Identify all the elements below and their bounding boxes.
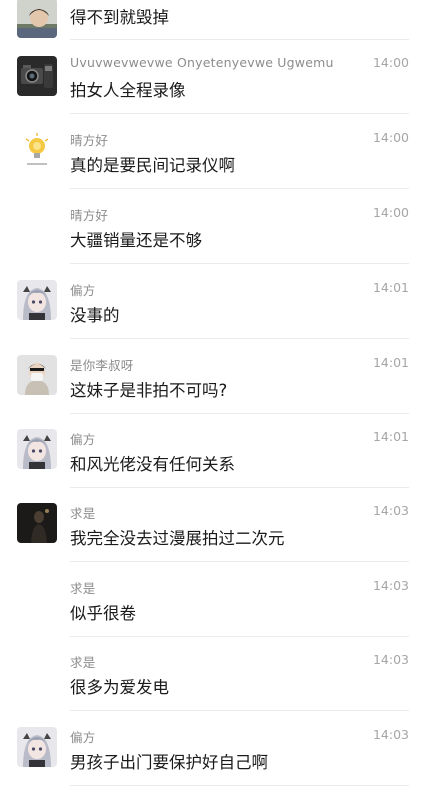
message-time: 14:03 (372, 503, 409, 518)
message-text: 没事的 (70, 306, 120, 325)
list-item[interactable]: 求是 14:03 我完全没去过漫展拍过二次元 (0, 492, 427, 566)
divider (70, 263, 409, 264)
avatar-anime-girl[interactable] (17, 727, 57, 767)
sender-name: 求是 (70, 506, 96, 521)
divider (70, 561, 409, 562)
avatar-masked-person[interactable] (17, 355, 57, 395)
message-text: 和风光佬没有任何关系 (70, 455, 235, 474)
sender-name: 晴方好 (70, 208, 109, 223)
avatar-person-photo[interactable] (17, 0, 57, 38)
list-item[interactable]: 偏方 14:01 和风光佬没有任何关系 (0, 418, 427, 492)
list-item[interactable]: 是你李叔呀 14:01 这妹子是非拍不可吗? (0, 344, 427, 418)
message-text: 真的是要民间记录仪啊 (70, 156, 235, 175)
list-item[interactable]: 求是 14:03 很多为爱发电 (0, 641, 427, 715)
message-text: 男孩子出门要保护好自己啊 (70, 753, 268, 772)
list-item[interactable]: 晴方好 14:00 真的是要民间记录仪啊 (0, 119, 427, 193)
list-item[interactable]: 偏方 14:01 没事的 (0, 269, 427, 343)
message-text: 很多为爱发电 (70, 678, 169, 697)
message-text: 拍女人全程录像 (70, 81, 186, 100)
chat-list: 得不到就毁掉 Uvuvwevwevwe Onyetenyevwe Ugwemu … (0, 0, 427, 800)
divider (70, 413, 409, 414)
sender-name: 偏方 (70, 730, 96, 745)
divider (70, 338, 409, 339)
message-time: 14:01 (372, 355, 409, 370)
message-time: 14:03 (372, 578, 409, 593)
message-time: 14:03 (372, 727, 409, 742)
message-text: 这妹子是非拍不可吗? (70, 381, 228, 400)
sender-name: 晴方好 (70, 133, 109, 148)
message-text: 得不到就毁掉 (70, 8, 169, 27)
sender-name: 求是 (70, 581, 96, 596)
message-text: 似乎很卷 (70, 604, 136, 623)
sender-name: Uvuvwevwevwe Onyetenyevwe Ugwemu (70, 55, 334, 70)
message-time: 14:00 (372, 130, 409, 145)
divider (70, 188, 409, 189)
avatar-dark-figure[interactable] (17, 503, 57, 543)
message-time: 14:00 (372, 205, 409, 220)
list-item[interactable]: Uvuvwevwevwe Onyetenyevwe Ugwemu 14:00 拍… (0, 44, 427, 118)
message-time: 14:03 (372, 652, 409, 667)
message-time: 14:01 (372, 429, 409, 444)
message-text: 大疆销量还是不够 (70, 231, 202, 250)
avatar-anime-girl[interactable] (17, 280, 57, 320)
sender-name: 偏方 (70, 432, 96, 447)
divider (70, 487, 409, 488)
list-item[interactable]: 求是 14:03 似乎很卷 (0, 567, 427, 641)
divider (70, 113, 409, 114)
sender-name: 是你李叔呀 (70, 358, 134, 373)
message-time: 14:00 (372, 55, 409, 70)
divider (70, 710, 409, 711)
divider (70, 39, 409, 40)
list-item[interactable]: 得不到就毁掉 (0, 0, 427, 40)
sender-name: 求是 (70, 655, 96, 670)
sender-name: 偏方 (70, 283, 96, 298)
message-time: 14:01 (372, 280, 409, 295)
list-item[interactable]: 晴方好 14:00 大疆销量还是不够 (0, 194, 427, 268)
message-text: 我完全没去过漫展拍过二次元 (70, 529, 285, 548)
avatar-camera-gear[interactable] (17, 56, 57, 96)
divider (70, 785, 409, 786)
avatar-anime-girl[interactable] (17, 429, 57, 469)
avatar-lightbulb[interactable] (17, 131, 57, 171)
list-item[interactable]: 偏方 14:03 男孩子出门要保护好自己啊 (0, 716, 427, 790)
divider (70, 636, 409, 637)
